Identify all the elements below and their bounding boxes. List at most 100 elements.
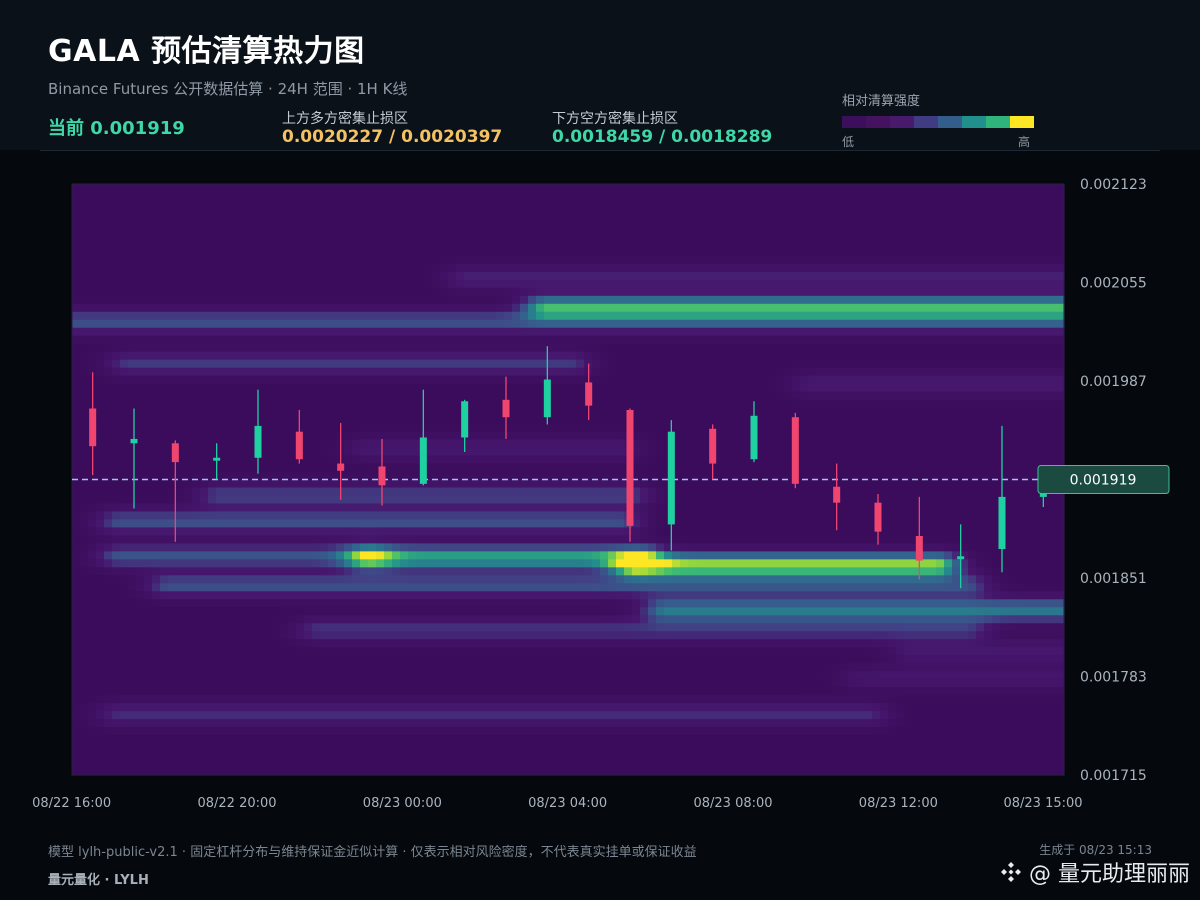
heatmap-cell [664,383,673,393]
heatmap-cell [120,479,129,489]
heatmap-cell [248,359,257,369]
heatmap-cell [312,359,321,369]
heatmap-cell [184,447,193,457]
heatmap-cell [480,367,489,377]
heatmap-cell [928,191,937,201]
heatmap-cell [648,391,657,401]
heatmap-cell [720,391,729,401]
heatmap-cell [104,207,113,217]
heatmap-cell [976,391,985,401]
heatmap-cell [208,375,217,385]
heatmap-cell [320,399,329,409]
heatmap-cell [368,255,377,265]
heatmap-cell [624,287,633,297]
heatmap-cell [872,311,881,321]
heatmap-cell [1040,184,1049,193]
heatmap-cell [496,367,505,377]
heatmap-cell [720,207,729,217]
heatmap-cell [960,255,969,265]
heatmap-cell [456,279,465,289]
heatmap-cell [848,239,857,249]
heatmap-cell [416,351,425,361]
heatmap-cell [920,184,929,193]
heatmap-cell [744,367,753,377]
heatmap-cell [936,223,945,233]
heatmap-cell [608,231,617,241]
heatmap-cell [768,447,777,457]
heatmap-cell [104,199,113,209]
heatmap-cell [928,263,937,273]
heatmap-cell [912,375,921,385]
heatmap-cell [328,391,337,401]
heatmap-cell [216,287,225,297]
heatmap-cell [456,343,465,353]
heatmap-cell [768,479,777,489]
heatmap-cell [400,231,409,241]
heatmap-cell [288,423,297,433]
heatmap-cell [776,447,785,457]
heatmap-cell [776,287,785,297]
heatmap-cell [840,303,849,313]
heatmap-cell [1048,351,1057,361]
heatmap-cell [120,503,129,513]
heatmap-cell [712,303,721,313]
heatmap-cell [504,343,513,353]
heatmap-cell [696,239,705,249]
heatmap-cell [368,415,377,425]
heatmap-cell [568,271,577,281]
heatmap-cell [640,247,649,257]
heatmap-cell [464,463,473,473]
heatmap-cell [752,495,761,505]
heatmap-cell [704,343,713,353]
heatmap-cell [912,439,921,449]
heatmap-cell [520,455,529,465]
heatmap-cell [776,319,785,329]
heatmap-cell [488,487,497,497]
heatmap-cell [600,295,609,305]
heatmap-cell [736,431,745,441]
heatmap-cell [560,495,569,505]
heatmap-cell [808,279,817,289]
heatmap-cell [552,431,561,441]
heatmap-cell [592,495,601,505]
heatmap-cell [200,247,209,257]
heatmap-cell [528,455,537,465]
heatmap-cell [872,207,881,217]
heatmap-cell [208,255,217,265]
heatmap-cell [552,199,561,209]
heatmap-cell [1056,383,1065,393]
heatmap-cell [992,231,1001,241]
heatmap-cell [616,407,625,417]
heatmap-cell [704,239,713,249]
heatmap-cell [1000,455,1009,465]
heatmap-cell [648,215,657,225]
heatmap-cell [808,223,817,233]
heatmap-cell [224,255,233,265]
heatmap-cell [104,359,113,369]
heatmap-cell [656,391,665,401]
heatmap-cell [208,407,217,417]
heatmap-cell [240,343,249,353]
heatmap-cell [504,375,513,385]
heatmap-cell [888,407,897,417]
heatmap-cell [528,463,537,473]
heatmap-cell [424,231,433,241]
heatmap-cell [544,327,553,337]
heatmap-cell [752,391,761,401]
heatmap-cell [448,223,457,233]
heatmap-cell [440,263,449,273]
heatmap-cell [480,215,489,225]
heatmap-cell [568,319,577,329]
heatmap-cell [848,447,857,457]
heatmap-cell [928,431,937,441]
heatmap-cell [712,319,721,329]
heatmap-cell [440,215,449,225]
heatmap-cell [192,407,201,417]
heatmap-cell [576,255,585,265]
heatmap-cell [560,431,569,441]
heatmap-cell [352,423,361,433]
heatmap-cell [112,375,121,385]
heatmap-cell [800,327,809,337]
heatmap-cell [360,375,369,385]
heatmap-cell [744,247,753,257]
